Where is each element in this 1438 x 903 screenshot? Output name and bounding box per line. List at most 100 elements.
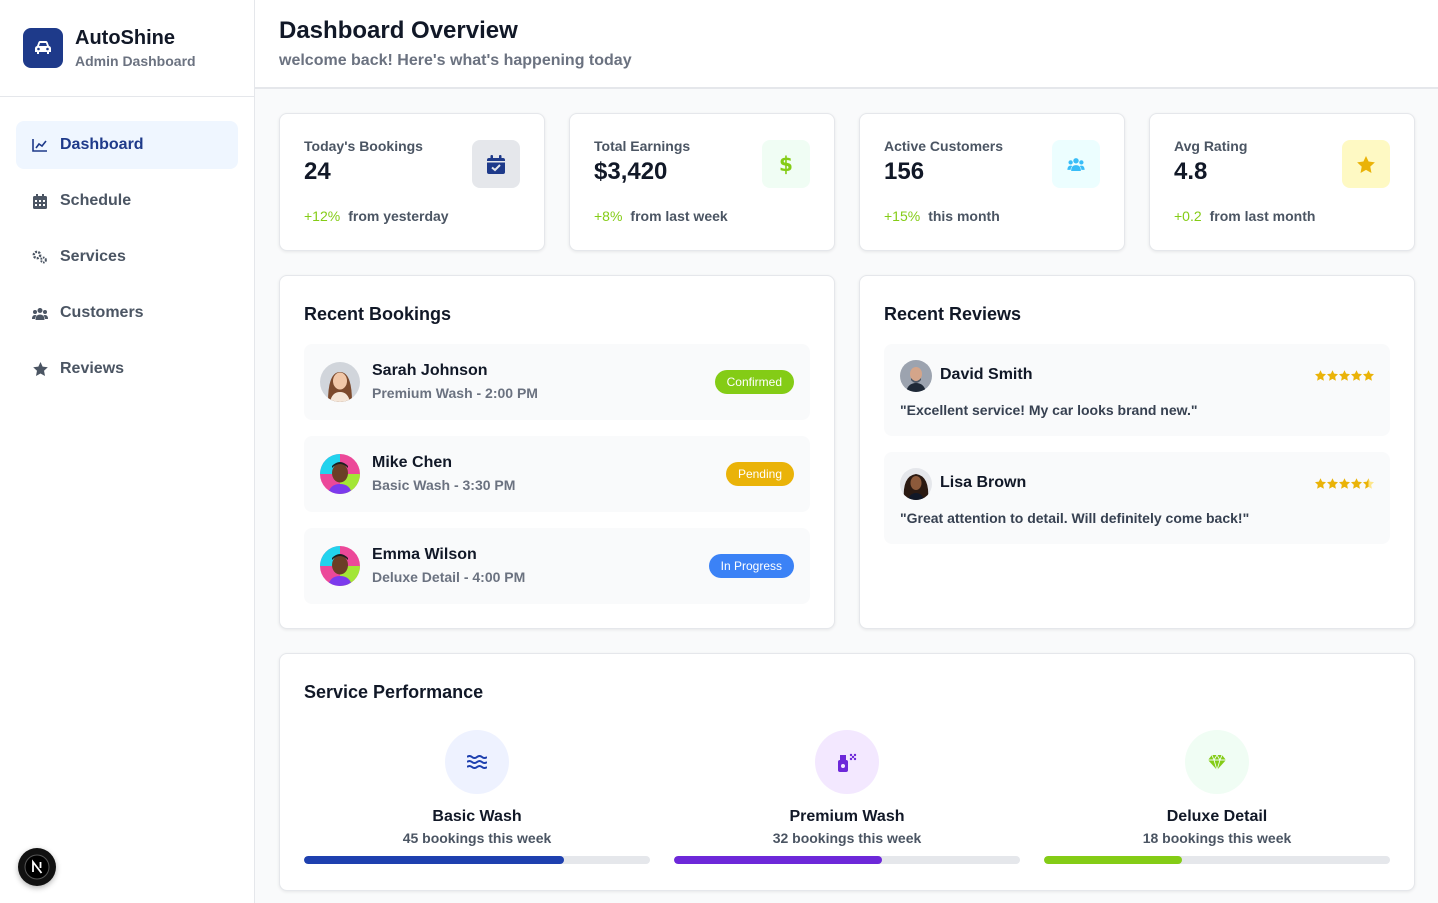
star-icon [1342, 140, 1390, 188]
service-item-basic-wash: Basic Wash 45 bookings this week [304, 730, 650, 864]
rating-stars [1315, 478, 1374, 489]
stat-delta: +15% [884, 208, 921, 224]
progress-fill [304, 856, 564, 864]
booking-name: Sarah Johnson [372, 362, 488, 379]
reviewer-name: Lisa Brown [940, 474, 1027, 491]
calendar-icon [32, 193, 48, 209]
stat-period: from last week [630, 208, 728, 224]
stat-card-earnings: Total Earnings $3,420 +8% from last week … [569, 113, 835, 251]
car-icon [23, 28, 63, 68]
service-name: Deluxe Detail [1166, 808, 1268, 825]
sidebar-item-label: Dashboard [60, 136, 144, 153]
review-text: "Excellent service! My car looks brand n… [900, 402, 1198, 418]
avatar [320, 546, 360, 586]
star-icon [1363, 370, 1374, 381]
stat-card-bookings: Today's Bookings 24 +12% from yesterday [279, 113, 545, 251]
star-icon [32, 361, 48, 377]
section-title: Recent Reviews [884, 304, 1022, 324]
sidebar-item-label: Customers [60, 304, 144, 321]
service-performance-card: Service Performance Basic Wash 45 bookin… [279, 653, 1415, 891]
booking-name: Emma Wilson [372, 546, 477, 563]
progress-bar [674, 856, 1020, 864]
review-item: David Smith "Excellent service! My car l… [884, 344, 1390, 436]
status-badge: Confirmed [714, 370, 794, 394]
brand-name: AutoShine [75, 27, 175, 49]
dollar-icon: $ [762, 140, 810, 188]
service-item-deluxe-detail: Deluxe Detail 18 bookings this week [1044, 730, 1390, 864]
stat-delta: +12% [304, 208, 341, 224]
water-waves-icon [445, 730, 509, 794]
sidebar-item-services[interactable]: Services [16, 233, 238, 281]
stat-change: +8% from last week [594, 208, 728, 224]
service-count: 18 bookings this week [1142, 830, 1292, 846]
star-icon [1315, 370, 1326, 381]
avatar [320, 454, 360, 494]
nextjs-logo-icon[interactable] [18, 848, 56, 886]
review-item: Lisa Brown "Great attention to detail. W… [884, 452, 1390, 544]
booking-detail: Deluxe Detail - 4:00 PM [372, 569, 526, 585]
star-icon [1339, 478, 1350, 489]
stat-change: +15% this month [884, 208, 1000, 224]
stat-period: this month [928, 208, 1000, 224]
star-icon [1327, 478, 1338, 489]
page-header: Dashboard Overview welcome back! Here's … [255, 0, 1438, 89]
gears-icon [32, 249, 48, 265]
section-title: Service Performance [304, 682, 484, 702]
chart-line-icon [32, 137, 48, 153]
list-item[interactable]: Emma Wilson Deluxe Detail - 4:00 PM In P… [304, 528, 810, 604]
section-title: Recent Bookings [304, 304, 452, 324]
star-icon [1351, 478, 1362, 489]
calendar-check-icon [472, 140, 520, 188]
recent-bookings-card: Recent Bookings Sarah Johnson Premium Wa… [279, 275, 835, 629]
sidebar-item-schedule[interactable]: Schedule [16, 177, 238, 225]
star-icon [1351, 370, 1362, 381]
gem-icon [1185, 730, 1249, 794]
list-item[interactable]: Mike Chen Basic Wash - 3:30 PM Pending [304, 436, 810, 512]
brand: AutoShine Admin Dashboard [0, 0, 254, 97]
status-badge: In Progress [708, 554, 794, 578]
star-half-icon [1363, 478, 1374, 489]
service-count: 32 bookings this week [772, 830, 922, 846]
stat-card-customers: Active Customers 156 +15% this month [859, 113, 1125, 251]
status-badge: Pending [725, 462, 794, 486]
spray-bottle-icon [815, 730, 879, 794]
stat-card-rating: Avg Rating 4.8 +0.2 from last month [1149, 113, 1415, 251]
sidebar-item-label: Reviews [60, 360, 125, 377]
star-icon [1315, 478, 1326, 489]
users-icon [32, 305, 48, 321]
sidebar-nav: Dashboard Schedule Services Customers Re… [0, 97, 254, 425]
progress-fill [674, 856, 882, 864]
service-item-premium-wash: Premium Wash 32 bookings this week [674, 730, 1020, 864]
progress-bar [1044, 856, 1390, 864]
list-item[interactable]: Sarah Johnson Premium Wash - 2:00 PM Con… [304, 344, 810, 420]
sidebar: AutoShine Admin Dashboard Dashboard Sche… [0, 0, 255, 903]
stat-change: +0.2 from last month [1174, 208, 1315, 224]
service-name: Basic Wash [432, 808, 522, 825]
sidebar-item-customers[interactable]: Customers [16, 289, 238, 337]
stat-delta: +0.2 [1174, 208, 1202, 224]
page-subtitle: welcome back! Here's what's happening to… [279, 52, 632, 69]
stat-period: from yesterday [348, 208, 449, 224]
progress-bar [304, 856, 650, 864]
sidebar-item-dashboard[interactable]: Dashboard [16, 121, 238, 169]
review-text: "Great attention to detail. Will definit… [900, 510, 1250, 526]
avatar [900, 468, 932, 500]
stat-change: +12% from yesterday [304, 208, 449, 224]
avatar [320, 362, 360, 402]
star-icon [1339, 370, 1350, 381]
star-icon [1327, 370, 1338, 381]
stat-delta: +8% [594, 208, 623, 224]
recent-reviews-card: Recent Reviews David Smith "Excellent se… [859, 275, 1415, 629]
service-name: Premium Wash [789, 808, 905, 825]
sidebar-item-reviews[interactable]: Reviews [16, 345, 238, 393]
page-title: Dashboard Overview [279, 17, 518, 44]
avatar [900, 360, 932, 392]
booking-name: Mike Chen [372, 454, 453, 471]
booking-detail: Basic Wash - 3:30 PM [372, 477, 516, 493]
brand-subtitle: Admin Dashboard [75, 53, 196, 69]
sidebar-item-label: Services [60, 248, 126, 265]
service-count: 45 bookings this week [402, 830, 552, 846]
reviewer-name: David Smith [940, 366, 1033, 383]
sidebar-item-label: Schedule [60, 192, 132, 209]
stat-period: from last month [1209, 208, 1316, 224]
